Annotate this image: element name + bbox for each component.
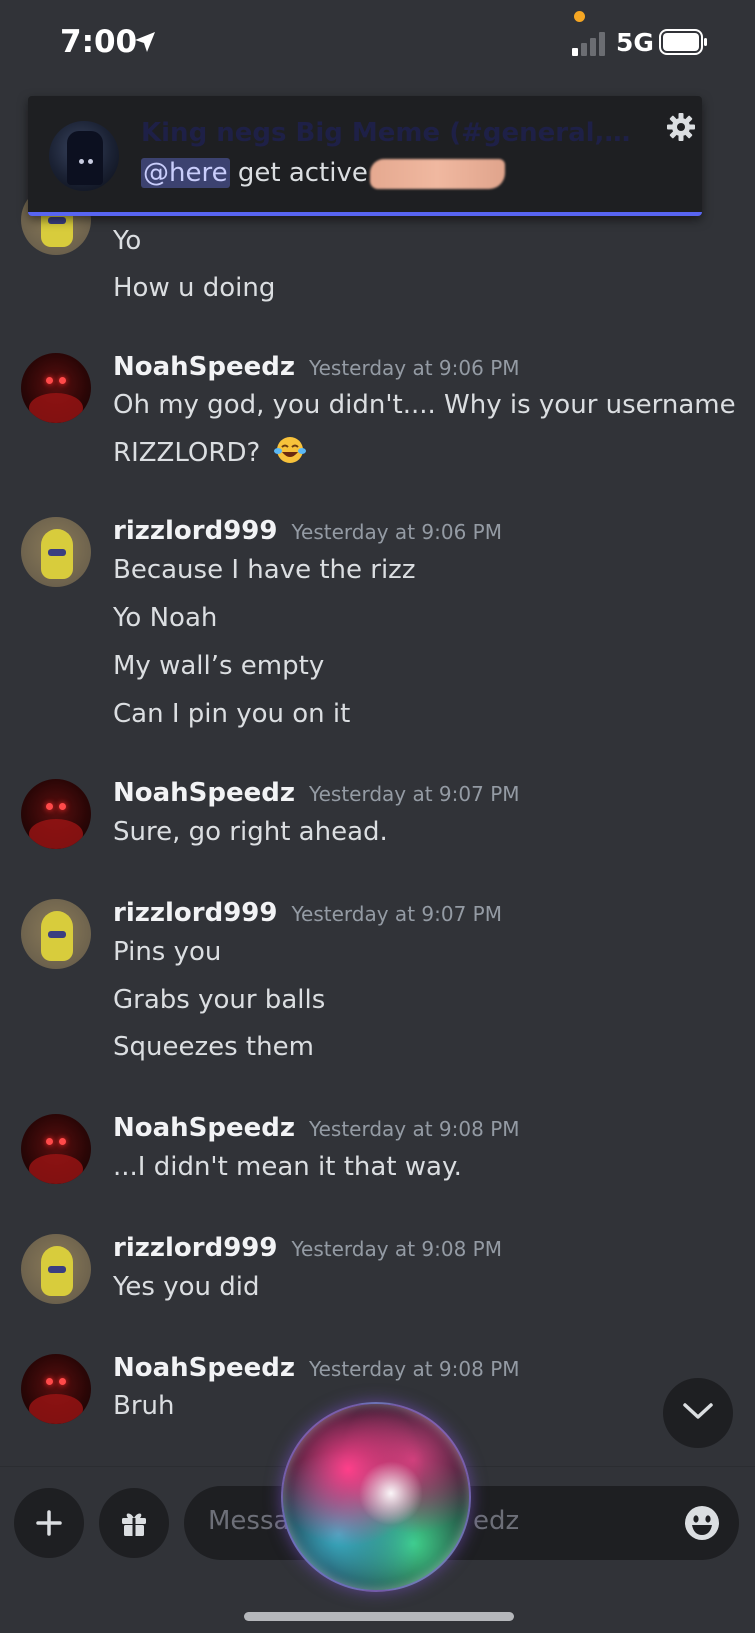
username[interactable]: rizzlord999 — [113, 898, 277, 928]
notification-banner[interactable]: King negs Big Meme (#general, Shark... @… — [28, 96, 702, 216]
message-text: My wall’s empty — [113, 651, 325, 681]
siri-orb — [281, 1402, 471, 1592]
message-text: Squeezes them — [113, 1032, 314, 1062]
location-arrow-icon — [135, 32, 155, 52]
timestamp: Yesterday at 9:08 PM — [291, 1237, 502, 1261]
avatar[interactable] — [21, 779, 91, 849]
username[interactable]: NoahSpeedz — [113, 1113, 295, 1143]
message-header: rizzlord999 Yesterday at 9:08 PM — [113, 1233, 502, 1263]
message-header: NoahSpeedz Yesterday at 9:08 PM — [113, 1113, 520, 1143]
username[interactable]: NoahSpeedz — [113, 1353, 295, 1383]
message-text: Bruh — [113, 1391, 175, 1421]
chevron-down-icon — [683, 1403, 713, 1419]
message-placeholder-end: edz — [473, 1506, 520, 1536]
status-bar: 7:00 5G — [0, 0, 755, 90]
message-text: ...I didn't mean it that way. — [113, 1152, 462, 1182]
message-header: NoahSpeedz Yesterday at 9:07 PM — [113, 778, 520, 808]
avatar[interactable] — [21, 353, 91, 423]
message-text: Yo — [113, 226, 142, 256]
timestamp: Yesterday at 9:06 PM — [291, 520, 502, 544]
message-header: rizzlord999 Yesterday at 9:07 PM — [113, 898, 502, 928]
timestamp: Yesterday at 9:06 PM — [309, 356, 520, 380]
message-text: Grabs your balls — [113, 985, 326, 1015]
jump-to-present-button[interactable] — [663, 1378, 733, 1448]
message-text-line: RIZZLORD? — [113, 435, 307, 468]
cellular-signal-icon — [572, 32, 605, 56]
message-text: Pins you — [113, 937, 222, 967]
username[interactable]: NoahSpeedz — [113, 778, 295, 808]
network-type: 5G — [616, 28, 654, 57]
message-text: Because I have the rizz — [113, 555, 416, 585]
avatar[interactable] — [21, 1234, 91, 1304]
redaction-mark — [369, 158, 505, 189]
avatar[interactable] — [21, 1114, 91, 1184]
face-with-tears-of-joy-icon — [273, 437, 306, 463]
message-text: How u doing — [113, 273, 276, 303]
message-text: Yo Noah — [113, 603, 218, 633]
avatar[interactable] — [21, 1354, 91, 1424]
message-header: NoahSpeedz Yesterday at 9:08 PM — [113, 1353, 520, 1383]
notification-body: @here get active — [141, 158, 505, 189]
timestamp: Yesterday at 9:08 PM — [309, 1357, 520, 1381]
message-text: Sure, go right ahead. — [113, 817, 388, 847]
privacy-indicator-dot — [574, 11, 585, 22]
username[interactable]: rizzlord999 — [113, 1233, 277, 1263]
avatar[interactable] — [21, 517, 91, 587]
gear-icon[interactable] — [666, 112, 696, 142]
plus-icon — [36, 1510, 62, 1536]
emoji-icon[interactable] — [683, 1504, 721, 1542]
message-header: rizzlord999 Yesterday at 9:06 PM — [113, 516, 502, 546]
timestamp: Yesterday at 9:08 PM — [309, 1117, 520, 1141]
gift-icon — [122, 1513, 146, 1536]
battery-icon — [659, 29, 707, 55]
message-placeholder-start: Messa — [208, 1506, 290, 1536]
avatar[interactable] — [21, 899, 91, 969]
username[interactable]: NoahSpeedz — [113, 352, 295, 382]
add-attachment-button[interactable] — [14, 1488, 84, 1558]
notification-text: get active — [237, 158, 368, 188]
server-avatar — [49, 121, 119, 191]
message-header: NoahSpeedz Yesterday at 9:06 PM — [113, 352, 520, 382]
username[interactable]: rizzlord999 — [113, 516, 277, 546]
gift-nitro-button[interactable] — [99, 1488, 169, 1558]
message-text: Can I pin you on it — [113, 699, 351, 729]
timestamp: Yesterday at 9:07 PM — [309, 782, 520, 806]
home-indicator[interactable] — [244, 1612, 514, 1621]
status-time: 7:00 — [60, 24, 138, 60]
timestamp: Yesterday at 9:07 PM — [291, 902, 502, 926]
here-mention: @here — [141, 158, 230, 188]
message-text: Yes you did — [113, 1272, 260, 1302]
message-text: RIZZLORD? — [113, 438, 261, 468]
notification-title: King negs Big Meme (#general, Shark... — [141, 118, 631, 148]
message-text: Oh my god, you didn't.... Why is your us… — [113, 390, 736, 420]
